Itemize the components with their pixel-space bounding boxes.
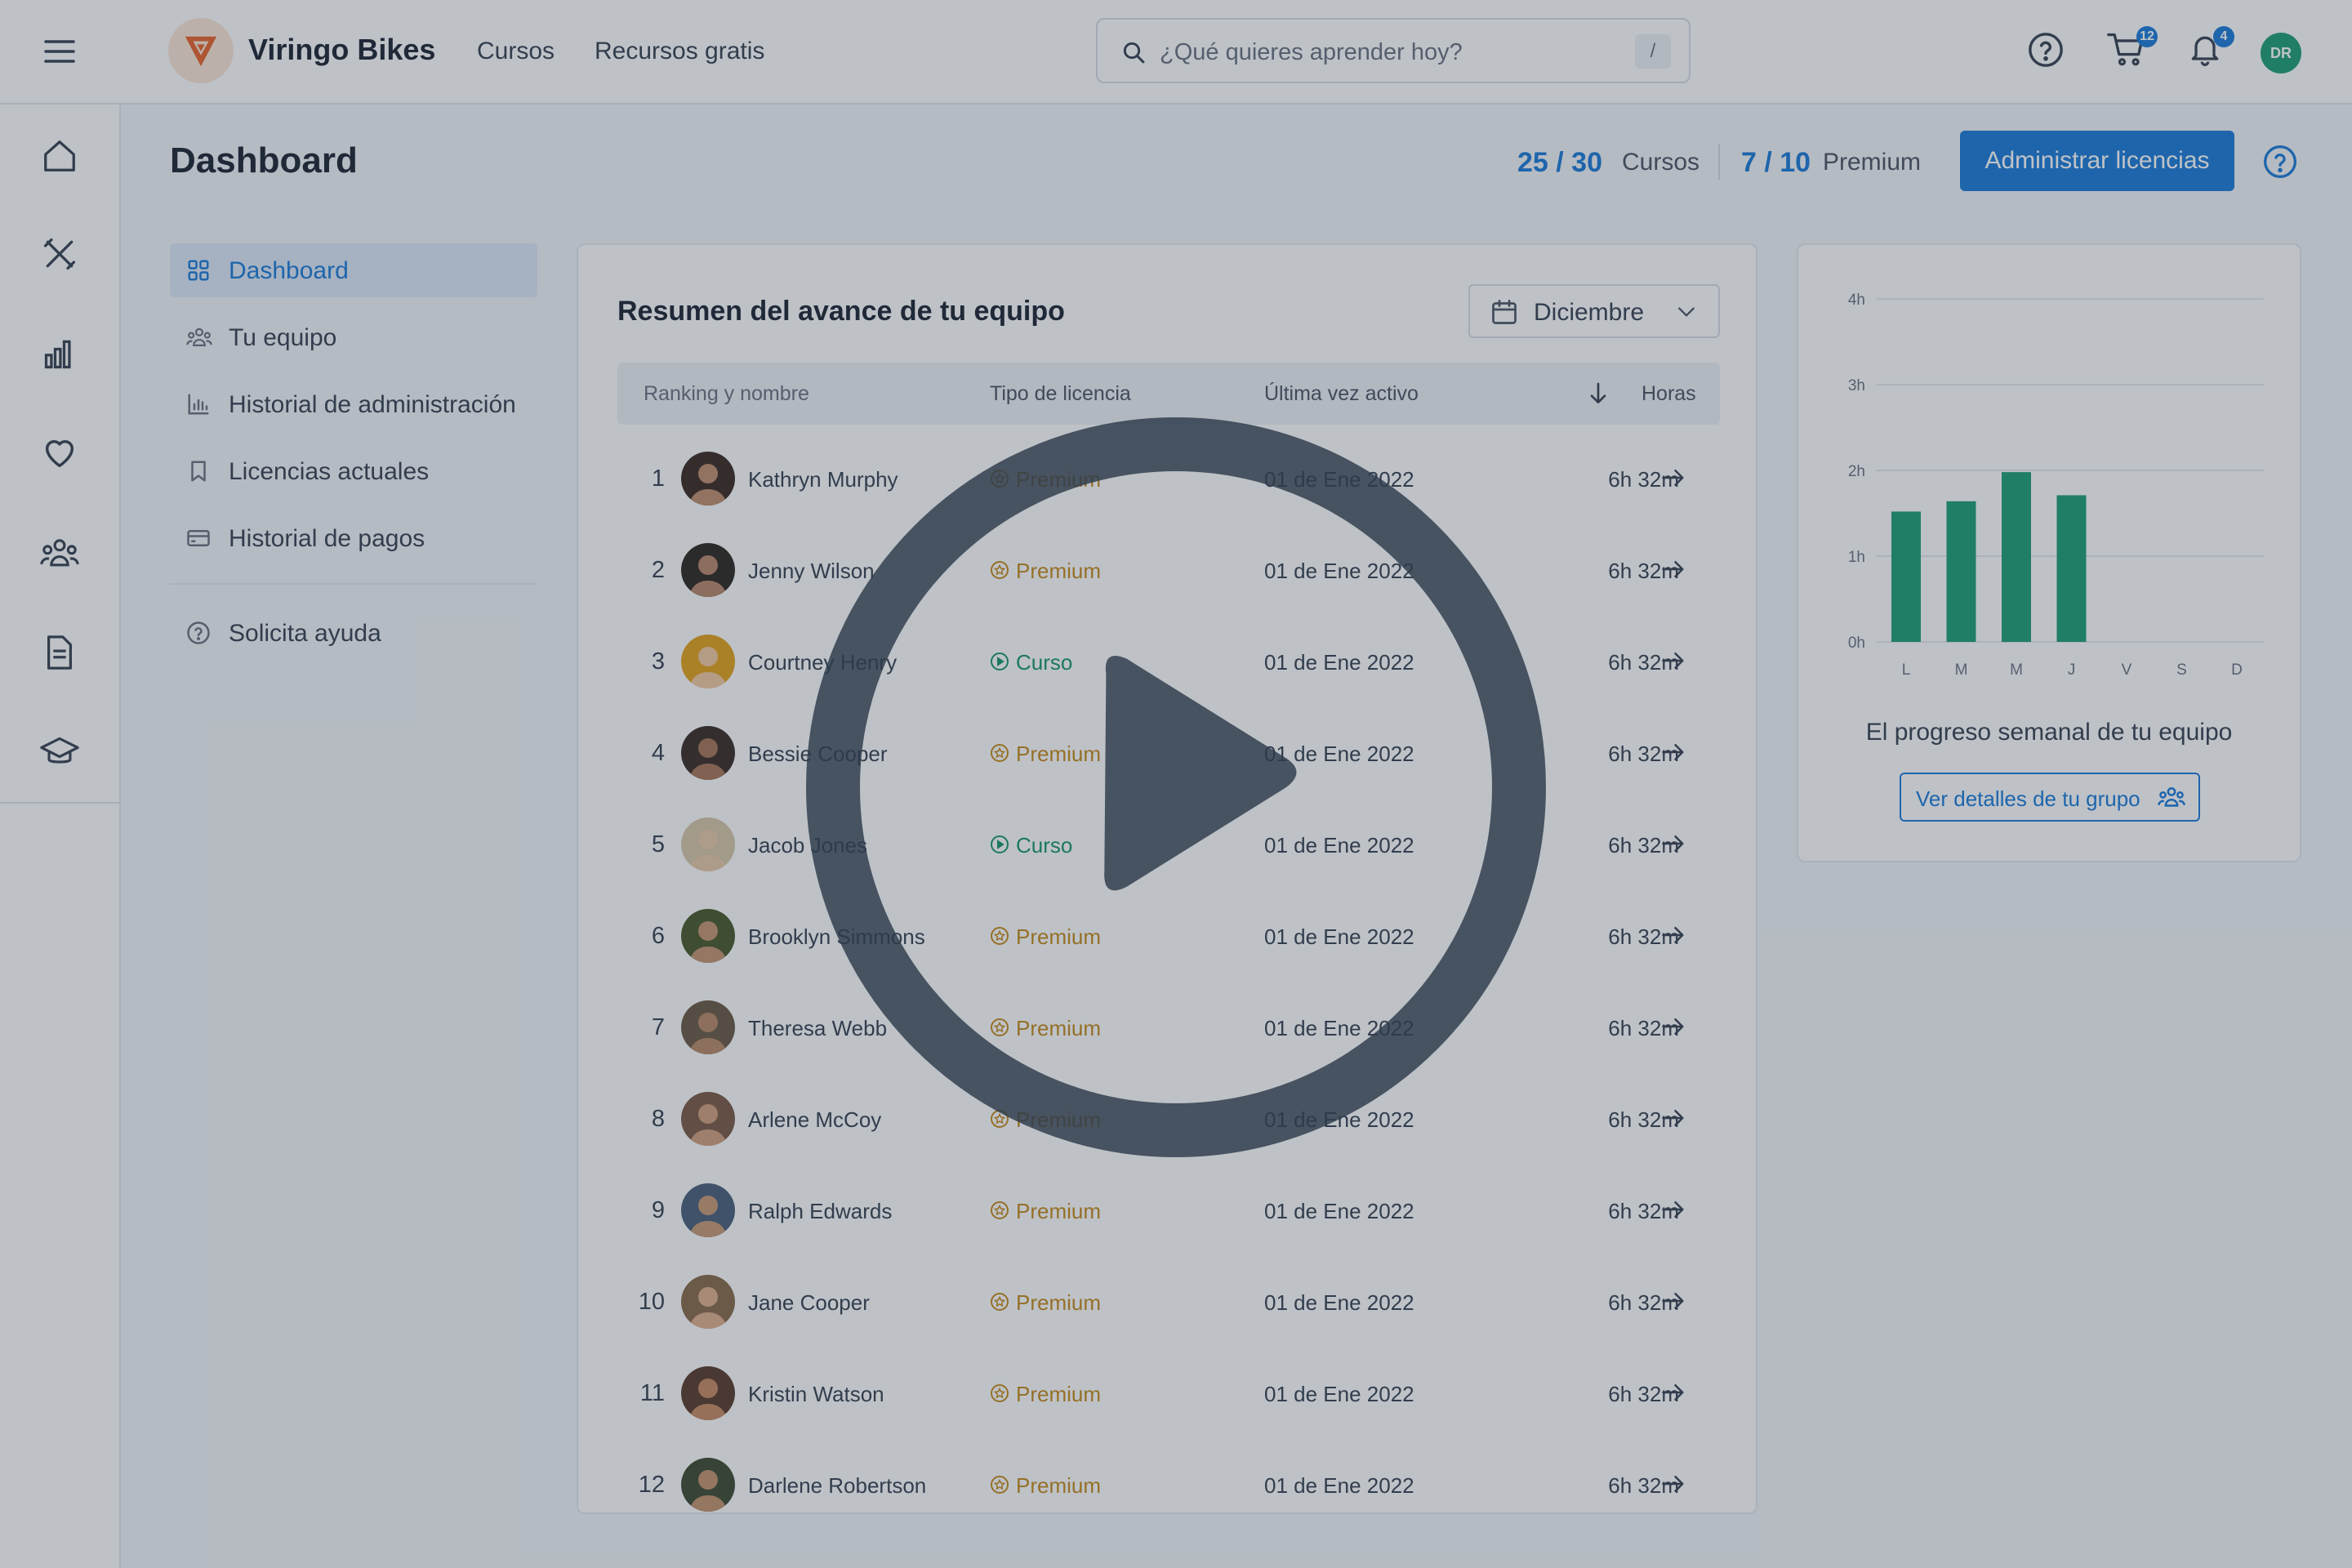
video-overlay[interactable] (0, 0, 2352, 1568)
play-icon[interactable] (797, 408, 1555, 1166)
dashboard-app: Viringo Bikes Cursos Recursos gratis ¿Qu… (0, 0, 2352, 1568)
